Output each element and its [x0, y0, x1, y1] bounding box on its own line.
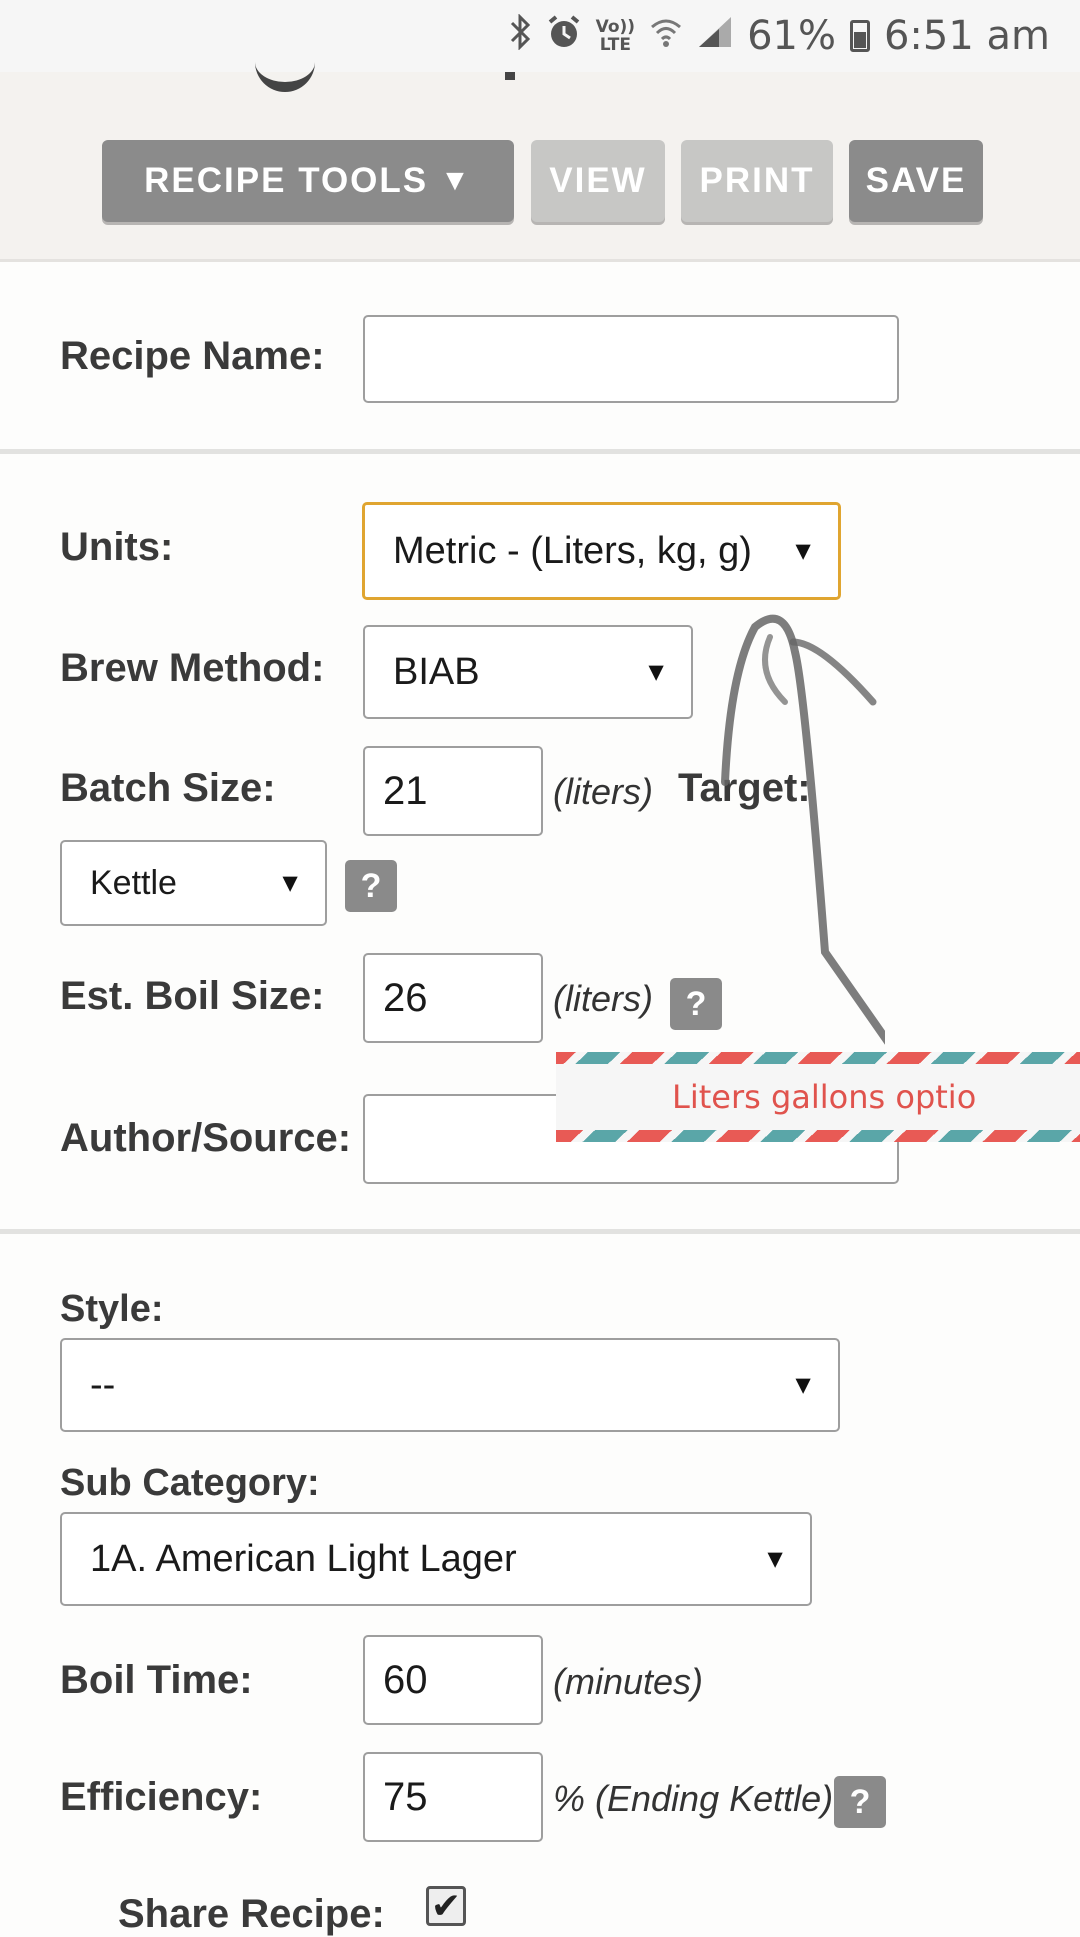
units-label: Units:: [60, 525, 174, 569]
section-divider: [0, 1229, 1080, 1234]
scribble-arrow-icon: [721, 614, 885, 1045]
print-label: PRINT: [699, 161, 815, 200]
batch-size-label: Batch Size:: [60, 766, 276, 810]
page-header: RECIPE TOOLS ▼ VIEW PRINT SAVE: [0, 72, 1080, 262]
recipe-tools-button[interactable]: RECIPE TOOLS ▼: [102, 140, 514, 222]
recipe-name-input[interactable]: [363, 315, 899, 403]
view-button[interactable]: VIEW: [531, 140, 665, 222]
style-select[interactable]: -- ▼: [60, 1338, 840, 1432]
sub-category-label: Sub Category:: [60, 1462, 320, 1504]
efficiency-input[interactable]: 75: [363, 1752, 543, 1842]
volte-bottom-text: LTE: [599, 35, 631, 55]
brew-method-label: Brew Method:: [60, 646, 325, 690]
brew-method-value: BIAB: [393, 650, 480, 693]
alarm-icon: [546, 14, 582, 59]
brew-method-select[interactable]: BIAB ▼: [363, 625, 693, 719]
efficiency-help-button[interactable]: ?: [834, 1776, 886, 1828]
boil-time-input[interactable]: 60: [363, 1635, 543, 1725]
sub-category-select[interactable]: 1A. American Light Lager ▼: [60, 1512, 812, 1606]
signal-icon: [697, 15, 733, 58]
caret-down-icon: ▼: [643, 656, 669, 687]
section-divider: [0, 449, 1080, 454]
title-fragment: [255, 42, 315, 92]
caret-down-icon: ▼: [762, 1543, 788, 1574]
dropdown-arrow-icon: ▼: [440, 164, 472, 197]
title-fragment-2: [505, 72, 515, 80]
target-value: Kettle: [90, 863, 177, 902]
efficiency-label: Efficiency:: [60, 1775, 263, 1819]
sub-category-value: 1A. American Light Lager: [90, 1537, 517, 1580]
style-label: Style:: [60, 1288, 164, 1330]
view-label: VIEW: [549, 161, 647, 200]
batch-size-input[interactable]: 21: [363, 746, 543, 836]
recipe-tools-label: RECIPE TOOLS: [144, 161, 429, 200]
status-bar: Vo)) LTE 61% 6:51 am: [0, 0, 1080, 72]
units-value: Metric - (Liters, kg, g): [393, 529, 752, 572]
boil-time-label: Boil Time:: [60, 1658, 253, 1702]
annotation-note: Liters gallons optio: [556, 1052, 1080, 1142]
clock: 6:51 am: [883, 13, 1050, 59]
style-value: --: [90, 1363, 116, 1406]
save-label: SAVE: [865, 161, 967, 200]
batch-size-unit: (liters): [553, 771, 653, 812]
battery-icon: [849, 20, 870, 52]
boil-time-unit: (minutes): [553, 1661, 704, 1702]
caret-down-icon: ▼: [790, 535, 816, 566]
share-recipe-checkbox[interactable]: ✔: [426, 1886, 466, 1926]
annotation-text: Liters gallons optio: [672, 1078, 977, 1116]
volte-top-text: Vo)): [595, 17, 636, 37]
caret-down-icon: ▼: [790, 1369, 816, 1400]
share-recipe-label: Share Recipe:: [118, 1892, 385, 1936]
save-button[interactable]: SAVE: [849, 140, 983, 222]
boil-size-unit: (liters): [553, 978, 653, 1019]
efficiency-unit: % (Ending Kettle): [553, 1778, 834, 1819]
wifi-icon: [649, 15, 683, 58]
battery-percent: 61%: [747, 13, 836, 59]
boil-size-input[interactable]: 26: [363, 953, 543, 1043]
target-select[interactable]: Kettle ▼: [60, 840, 327, 926]
target-help-button[interactable]: ?: [345, 860, 397, 912]
recipe-name-label: Recipe Name:: [60, 334, 325, 378]
units-select[interactable]: Metric - (Liters, kg, g) ▼: [362, 502, 841, 600]
bluetooth-icon: [510, 12, 532, 59]
caret-down-icon: ▼: [277, 867, 303, 898]
boil-size-label: Est. Boil Size:: [60, 974, 325, 1018]
print-button[interactable]: PRINT: [681, 140, 833, 222]
volte-icon: Vo)) LTE: [596, 18, 635, 54]
author-label: Author/Source:: [60, 1116, 352, 1160]
